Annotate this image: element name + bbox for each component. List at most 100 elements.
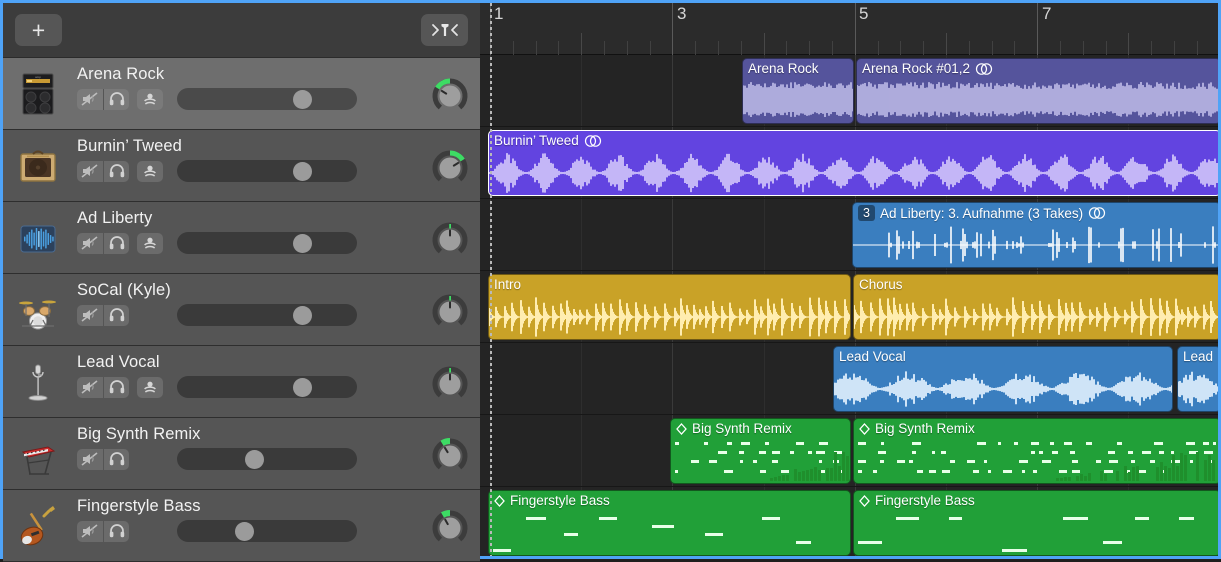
gridline (1220, 127, 1221, 198)
track-lane-6[interactable]: Fingerstyle BassFingerstyle Bass (480, 487, 1218, 559)
volume-slider[interactable] (177, 232, 357, 254)
region[interactable]: Big Synth Remix (670, 418, 851, 484)
track-lane-5[interactable]: Big Synth RemixBig Synth Remix (480, 415, 1218, 487)
pan-knob-wrap[interactable] (432, 294, 468, 330)
record-enable-button[interactable] (137, 233, 163, 254)
volume-slider-thumb[interactable] (235, 522, 254, 541)
mute-button[interactable] (77, 449, 103, 470)
track-header-0[interactable]: ampArena Rock (3, 58, 480, 130)
track-lane-0[interactable]: Arena RockArena Rock #01,2 (480, 55, 1218, 127)
volume-slider[interactable] (177, 448, 357, 470)
region[interactable]: Lead Vocal (833, 346, 1173, 412)
region[interactable]: Chorus (853, 274, 1221, 340)
track-header-6[interactable]: Fingerstyle Bass (3, 490, 480, 562)
volume-slider[interactable] (177, 520, 357, 542)
midi-velocity-bar (1180, 453, 1183, 481)
track-name[interactable]: SoCal (Kyle) (77, 279, 480, 301)
solo-headphones-icon (109, 236, 125, 250)
record-enable-button[interactable] (137, 161, 163, 182)
region-name: Burnin’ Tweed (494, 133, 579, 148)
volume-slider[interactable] (177, 376, 357, 398)
pan-knob-wrap[interactable] (432, 222, 468, 258)
midi-note (705, 533, 723, 536)
volume-slider-thumb[interactable] (293, 234, 312, 253)
track-headers-pane: + ampArena Rock (0, 0, 480, 559)
beat-tick (923, 41, 924, 55)
midi-note (493, 549, 511, 552)
record-enable-icon (142, 164, 158, 178)
timeline-ruler[interactable]: 1357 (480, 3, 1218, 55)
loop-diamond-icon (859, 423, 870, 435)
region[interactable]: Fingerstyle Bass (853, 490, 1221, 556)
volume-slider-thumb[interactable] (293, 306, 312, 325)
region[interactable]: Big Synth Remix (853, 418, 1221, 484)
region-label-row: Lead (1183, 349, 1216, 364)
track-name[interactable]: Burnin’ Tweed (77, 135, 480, 157)
midi-velocity-bar (1084, 476, 1087, 481)
arrange-pane[interactable]: 1357 Arena RockArena Rock #01,2 Burnin’ … (480, 0, 1221, 559)
region[interactable]: Arena Rock (742, 58, 854, 124)
track-name[interactable]: Fingerstyle Bass (77, 495, 480, 517)
track-name[interactable]: Lead Vocal (77, 351, 480, 373)
solo-button[interactable] (103, 161, 129, 182)
pan-knob-wrap[interactable] (432, 438, 468, 474)
beat-tick (604, 41, 605, 55)
track-name[interactable]: Arena Rock (77, 63, 480, 85)
beat-tick (878, 41, 879, 55)
midi-note (1179, 517, 1194, 520)
track-header-4[interactable]: Lead Vocal (3, 346, 480, 418)
track-header-1[interactable]: Burnin’ Tweed (3, 130, 480, 202)
volume-slider[interactable] (177, 88, 357, 110)
track-lane-1[interactable]: Burnin’ Tweed (480, 127, 1218, 199)
region[interactable]: Fingerstyle Bass (488, 490, 851, 556)
record-enable-button[interactable] (137, 377, 163, 398)
volume-slider[interactable] (177, 304, 357, 326)
region[interactable]: Burnin’ Tweed (488, 130, 1221, 196)
pan-knob-wrap[interactable] (432, 78, 468, 114)
pan-knob-wrap[interactable] (432, 366, 468, 402)
track-lane-2[interactable]: 3Ad Liberty: 3. Aufnahme (3 Takes) (480, 199, 1218, 271)
midi-note (1131, 460, 1135, 463)
plus-icon: + (32, 19, 45, 42)
mute-button[interactable] (77, 377, 103, 398)
resize-tracks-button[interactable] (421, 14, 468, 46)
track-lane-4[interactable]: Lead Vocal Lead (480, 343, 1218, 415)
region[interactable]: Intro (488, 274, 851, 340)
region-label-row: Intro (494, 277, 846, 292)
track-header-2[interactable]: Ad Liberty (3, 202, 480, 274)
mute-button[interactable] (77, 233, 103, 254)
volume-slider-thumb[interactable] (245, 450, 264, 469)
beat-tick (1106, 41, 1107, 55)
mute-button[interactable] (77, 161, 103, 182)
solo-button[interactable] (103, 521, 129, 542)
track-name[interactable]: Big Synth Remix (77, 423, 480, 445)
track-header-3[interactable]: SoCal (Kyle) (3, 274, 480, 346)
midi-velocity-bar (1160, 462, 1163, 481)
solo-button[interactable] (103, 305, 129, 326)
mute-button[interactable] (77, 305, 103, 326)
region[interactable]: Lead (1177, 346, 1221, 412)
track-header-5[interactable]: Big Synth Remix (3, 418, 480, 490)
record-enable-button[interactable] (137, 89, 163, 110)
mute-button[interactable] (77, 521, 103, 542)
volume-slider-thumb[interactable] (293, 90, 312, 109)
volume-slider[interactable] (177, 160, 357, 182)
pan-knob-wrap[interactable] (432, 150, 468, 186)
solo-button[interactable] (103, 449, 129, 470)
volume-slider-thumb[interactable] (293, 378, 312, 397)
region[interactable]: Arena Rock #01,2 (856, 58, 1221, 124)
volume-slider-thumb[interactable] (293, 162, 312, 181)
solo-button[interactable] (103, 89, 129, 110)
solo-button[interactable] (103, 233, 129, 254)
midi-note (1109, 460, 1118, 463)
track-name[interactable]: Ad Liberty (77, 207, 480, 229)
solo-button[interactable] (103, 377, 129, 398)
region[interactable]: 3Ad Liberty: 3. Aufnahme (3 Takes) (852, 202, 1221, 268)
loop-diamond-icon (859, 495, 870, 507)
mute-button[interactable] (77, 89, 103, 110)
pan-knob-wrap[interactable] (432, 510, 468, 546)
playhead[interactable] (490, 3, 492, 559)
track-lane-3[interactable]: Intro Chorus (480, 271, 1218, 343)
add-track-button[interactable]: + (15, 14, 62, 46)
midi-note (929, 470, 936, 473)
